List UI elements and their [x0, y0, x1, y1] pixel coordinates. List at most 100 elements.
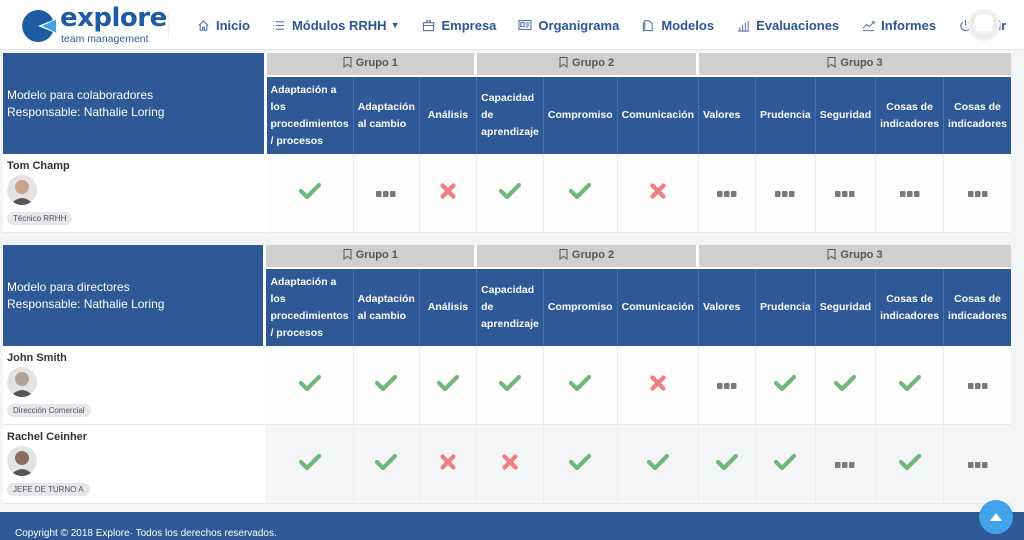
competency-header: Cosas de indicadores — [876, 77, 945, 154]
evaluation-cell[interactable] — [353, 425, 420, 504]
competency-header: Adaptación a los procedimientos / proces… — [266, 77, 354, 154]
evaluation-cell[interactable] — [477, 154, 544, 233]
employee-name[interactable]: John Smith — [7, 352, 259, 364]
top-navbar: explore team management Inicio Módulos R… — [0, 0, 1024, 50]
nav-label: Evaluaciones — [756, 17, 840, 33]
evaluation-cell[interactable] — [477, 346, 544, 425]
evaluation-cell[interactable] — [815, 154, 877, 233]
nav-empresa[interactable]: Empresa — [421, 18, 496, 33]
pending-icon — [716, 376, 737, 393]
model-name: Modelo para colaboradores — [7, 87, 154, 102]
group-header: Grupo 2 — [477, 53, 699, 77]
competency-header: Seguridad — [815, 269, 877, 346]
nav-modelos[interactable]: Modelos — [641, 18, 714, 33]
evaluation-cell[interactable] — [266, 346, 354, 425]
cross-icon — [440, 182, 456, 203]
role-badge: Dirección Comercial — [7, 404, 91, 417]
header-divider — [168, 12, 169, 38]
competency-header: Seguridad — [815, 77, 877, 154]
employee-cell: John Smith Dirección Comercial — [3, 346, 267, 425]
evaluation-cell[interactable] — [419, 425, 478, 504]
pending-icon — [967, 455, 988, 472]
evaluation-cell[interactable] — [617, 154, 699, 233]
evaluation-cell[interactable] — [755, 154, 816, 233]
pending-icon — [967, 376, 988, 393]
check-icon — [375, 374, 398, 396]
evaluation-cell[interactable] — [698, 425, 756, 504]
evaluation-cell[interactable] — [543, 346, 618, 425]
evaluation-cell[interactable] — [543, 425, 618, 504]
employee-row: Rachel Ceinher JEFE DE TURNO A — [3, 425, 1011, 504]
competency-header: Cosas de indicadores — [876, 269, 945, 346]
group-header: Grupo 1 — [266, 245, 478, 269]
evaluation-cell[interactable] — [815, 425, 877, 504]
nav-informes[interactable]: Informes — [861, 18, 936, 33]
pending-icon — [775, 184, 795, 201]
nav-label: Modelos — [661, 17, 715, 33]
group-label: Grupo 3 — [840, 57, 883, 69]
nav-modulos-rrhh[interactable]: Módulos RRHH ▼ — [272, 18, 400, 33]
evaluation-cell[interactable] — [617, 346, 699, 425]
user-avatar[interactable] — [968, 9, 1000, 41]
evaluation-cell[interactable] — [477, 425, 544, 504]
evaluation-cell[interactable] — [266, 425, 354, 504]
caret-down-icon: ▼ — [390, 20, 400, 30]
evaluation-cell[interactable] — [543, 154, 618, 233]
nav-evaluaciones[interactable]: Evaluaciones — [736, 18, 839, 33]
cross-icon — [650, 182, 666, 203]
competency-header: Comunicación — [617, 77, 699, 154]
documents-icon — [641, 18, 655, 32]
footer: Copyright © 2018 Explore· Todos los dere… — [0, 512, 1024, 540]
evaluation-cell[interactable] — [698, 154, 756, 233]
group-header: Grupo 2 — [477, 245, 699, 269]
bookmark-icon — [559, 249, 568, 263]
check-icon — [375, 453, 398, 475]
evaluation-cell[interactable] — [353, 346, 420, 425]
check-icon — [569, 182, 592, 204]
pending-icon — [967, 184, 988, 201]
competency-header: Adaptación al cambio — [353, 269, 420, 346]
check-icon — [569, 374, 592, 396]
scroll-to-top-button[interactable] — [979, 500, 1013, 534]
evaluation-cell[interactable] — [617, 425, 699, 504]
check-icon — [298, 182, 321, 204]
evaluation-cell[interactable] — [815, 346, 877, 425]
evaluation-cell[interactable] — [419, 346, 478, 425]
evaluation-cell[interactable] — [698, 346, 756, 425]
competency-header: Análisis — [419, 269, 478, 346]
group-label: Grupo 1 — [355, 57, 398, 69]
check-icon — [569, 453, 592, 475]
bookmark-icon — [827, 249, 836, 263]
logo[interactable]: explore team management — [20, 3, 167, 46]
evaluation-cell[interactable] — [353, 154, 420, 233]
evaluation-cell[interactable] — [876, 425, 945, 504]
competency-header: Valores — [698, 269, 756, 346]
evaluation-cell[interactable] — [419, 154, 478, 233]
evaluation-cell[interactable] — [266, 154, 354, 233]
pending-icon — [899, 184, 920, 201]
employee-avatar — [7, 367, 37, 397]
evaluation-cell[interactable] — [944, 425, 1011, 504]
nav-organigrama[interactable]: Organigrama — [518, 18, 619, 33]
model-responsible: Responsable: Nathalie Loring — [7, 296, 165, 311]
group-label: Grupo 2 — [571, 249, 615, 261]
group-label: Grupo 1 — [355, 249, 398, 261]
evaluation-cell[interactable] — [876, 154, 945, 233]
home-icon — [196, 18, 210, 32]
nav-inicio[interactable]: Inicio — [196, 18, 250, 33]
briefcase-icon — [421, 18, 435, 32]
pending-icon — [835, 455, 855, 472]
bar-chart-icon — [736, 18, 750, 32]
evaluation-cell[interactable] — [755, 425, 816, 504]
evaluation-cell[interactable] — [944, 154, 1011, 233]
check-icon — [498, 182, 522, 204]
check-icon — [298, 374, 321, 396]
model-header: Modelo para directores Responsable: Nath… — [3, 245, 267, 346]
main-nav: Inicio Módulos RRHH ▼ Empresa Organigram… — [196, 0, 1024, 50]
employee-name[interactable]: Rachel Ceinher — [7, 431, 259, 443]
evaluation-cell[interactable] — [944, 346, 1011, 425]
evaluation-cell[interactable] — [876, 346, 945, 425]
evaluation-cell[interactable] — [755, 346, 816, 425]
competency-header: Compromiso — [543, 269, 618, 346]
employee-name[interactable]: Tom Champ — [7, 160, 260, 172]
